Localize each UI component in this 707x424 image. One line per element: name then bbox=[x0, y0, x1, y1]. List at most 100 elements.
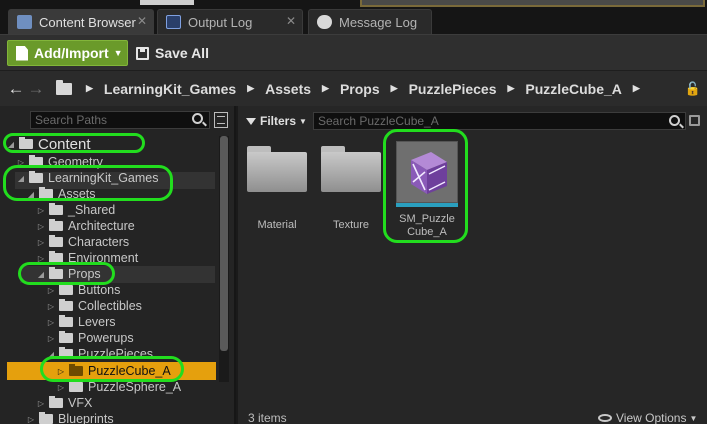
save-all-button[interactable]: Save All bbox=[136, 40, 209, 66]
tab-content-browser[interactable]: Content Browser ✕ bbox=[8, 9, 154, 34]
folder-icon bbox=[39, 187, 53, 199]
collapse-arrow-icon[interactable]: ▷ bbox=[46, 302, 56, 311]
lock-icon[interactable]: 🔓 bbox=[685, 81, 701, 97]
tree-item-geometry[interactable]: ▷ Geometry bbox=[16, 154, 103, 170]
breadcrumb-item[interactable]: PuzzlePieces bbox=[409, 81, 497, 97]
tree-item-architecture[interactable]: ▷ Architecture bbox=[36, 218, 135, 234]
collapse-arrow-icon[interactable]: ▷ bbox=[56, 367, 66, 376]
add-import-button[interactable]: Add/Import ▼ bbox=[7, 40, 128, 66]
expand-arrow-icon[interactable]: ◢ bbox=[6, 140, 16, 149]
tree-item-characters[interactable]: ▷ Characters bbox=[36, 234, 129, 250]
tree-item-label: Levers bbox=[78, 315, 116, 329]
tree-item-assets[interactable]: ◢ Assets bbox=[26, 186, 96, 202]
collapse-arrow-icon[interactable]: ▷ bbox=[36, 238, 46, 247]
toolbar: Add/Import ▼ Save All bbox=[0, 34, 707, 70]
folder-icon bbox=[69, 364, 83, 376]
folder-icon bbox=[59, 299, 73, 311]
tree-item-label: Content bbox=[38, 135, 91, 153]
tree-item-label: Powerups bbox=[78, 331, 134, 345]
tree-item-puzzlesphere-a[interactable]: ▷ PuzzleSphere_A bbox=[56, 379, 181, 395]
tab-output-log[interactable]: Output Log ✕ bbox=[157, 9, 303, 34]
folder-icon bbox=[49, 203, 63, 215]
tree-item-puzzlecube-a[interactable]: ▷ PuzzleCube_A bbox=[56, 363, 171, 379]
collapse-arrow-icon[interactable]: ▷ bbox=[26, 415, 36, 424]
save-search-icon[interactable] bbox=[689, 115, 700, 126]
folder-icon bbox=[19, 137, 33, 149]
collapse-arrow-icon[interactable]: ▷ bbox=[46, 318, 56, 327]
breadcrumb-item[interactable]: Props bbox=[340, 81, 380, 97]
tree-item-environment[interactable]: ▷ Environment bbox=[36, 250, 138, 266]
eye-icon bbox=[598, 414, 612, 422]
tree-item-collectibles[interactable]: ▷ Collectibles bbox=[46, 298, 142, 314]
save-all-label: Save All bbox=[155, 45, 209, 61]
folder-icon-body bbox=[321, 152, 381, 192]
forward-arrow-icon[interactable]: → bbox=[26, 79, 46, 99]
breadcrumb-item[interactable]: PuzzleCube_A bbox=[525, 81, 621, 97]
list-view-icon[interactable] bbox=[214, 112, 228, 128]
back-arrow-icon[interactable]: ← bbox=[6, 79, 26, 99]
chevron-right-icon: ▶ bbox=[390, 83, 398, 93]
folder-icon[interactable] bbox=[56, 79, 72, 95]
chevron-right-icon: ▶ bbox=[247, 83, 255, 93]
expand-arrow-icon[interactable]: ◢ bbox=[16, 174, 26, 183]
tree-item-label: LearningKit_Games bbox=[48, 171, 159, 185]
close-icon[interactable]: ✕ bbox=[137, 14, 147, 28]
add-import-label: Add/Import bbox=[34, 45, 109, 61]
cube-icon bbox=[411, 152, 447, 194]
collapse-arrow-icon[interactable]: ▷ bbox=[36, 399, 46, 408]
collapse-arrow-icon[interactable]: ▷ bbox=[36, 222, 46, 231]
folder-icon bbox=[49, 267, 63, 279]
tree-item-powerups[interactable]: ▷ Powerups bbox=[46, 330, 134, 346]
search-icon[interactable] bbox=[669, 115, 680, 126]
collapse-arrow-icon[interactable]: ▷ bbox=[36, 206, 46, 215]
tree-item-props[interactable]: ◢ Props bbox=[36, 266, 101, 282]
tree-item-label: Geometry bbox=[48, 155, 103, 169]
expand-arrow-icon[interactable]: ◢ bbox=[36, 270, 46, 279]
output-log-icon bbox=[166, 15, 181, 29]
tree-item-label: PuzzlePieces bbox=[78, 347, 154, 361]
expand-arrow-icon[interactable]: ◢ bbox=[46, 350, 56, 359]
expand-arrow-icon[interactable]: ◢ bbox=[26, 190, 36, 199]
tree-item-blueprints[interactable]: ▷ Blueprints bbox=[26, 411, 114, 424]
tree-item-levers[interactable]: ▷ Levers bbox=[46, 314, 116, 330]
chevron-right-icon: ▶ bbox=[632, 83, 640, 93]
tree-item-label: Assets bbox=[58, 187, 96, 201]
tree-item-buttons[interactable]: ▷ Buttons bbox=[46, 282, 120, 298]
tree-item-shared[interactable]: ▷ _Shared bbox=[36, 202, 115, 218]
tree-item-content[interactable]: ◢ Content bbox=[6, 135, 91, 153]
static-mesh-thumbnail[interactable] bbox=[396, 141, 458, 203]
collapse-arrow-icon[interactable]: ▷ bbox=[16, 158, 26, 167]
asset-type-bar bbox=[396, 203, 458, 207]
asset-label: SM_Puzzle Cube_A bbox=[399, 213, 455, 238]
asset-folder-texture[interactable] bbox=[321, 146, 381, 192]
search-paths-input[interactable]: Search Paths bbox=[30, 111, 210, 129]
breadcrumb-item[interactable]: LearningKit_Games bbox=[104, 81, 236, 97]
tree-item-label: _Shared bbox=[68, 203, 116, 217]
collapse-arrow-icon[interactable]: ▷ bbox=[36, 254, 46, 263]
search-assets-input[interactable]: Search PuzzleCube_A bbox=[313, 112, 686, 130]
collapse-arrow-icon[interactable]: ▷ bbox=[46, 334, 56, 343]
tree-item-vfx[interactable]: ▷ VFX bbox=[36, 395, 92, 411]
collapse-arrow-icon[interactable]: ▷ bbox=[46, 286, 56, 295]
content-browser-window: Content Browser ✕ Output Log ✕ Message L… bbox=[0, 0, 707, 424]
tree-item-learningkit-games[interactable]: ◢ LearningKit_Games bbox=[16, 170, 158, 186]
chevron-down-icon: ▼ bbox=[299, 116, 307, 126]
folder-icon bbox=[39, 412, 53, 424]
tree-item-label: Buttons bbox=[78, 283, 121, 297]
scrollbar-thumb[interactable] bbox=[220, 136, 228, 351]
close-icon[interactable]: ✕ bbox=[286, 14, 296, 28]
tree-item-puzzlepieces[interactable]: ◢ PuzzlePieces bbox=[46, 346, 153, 362]
folder-icon bbox=[49, 235, 63, 247]
asset-folder-material[interactable] bbox=[247, 146, 307, 192]
filters-button[interactable]: Filters ▼ bbox=[246, 114, 307, 128]
asset-view-panel: Filters ▼ Search PuzzleCube_A Material T… bbox=[238, 106, 707, 424]
tab-message-log[interactable]: Message Log bbox=[308, 9, 432, 34]
search-icon[interactable] bbox=[192, 113, 203, 124]
folder-icon bbox=[59, 347, 73, 359]
asset-label: Material bbox=[257, 219, 297, 231]
item-count: 3 items bbox=[248, 411, 287, 424]
collapse-arrow-icon[interactable]: ▷ bbox=[56, 383, 66, 392]
breadcrumb-item[interactable]: Assets bbox=[265, 81, 311, 97]
view-options-button[interactable]: View Options ▼ bbox=[598, 411, 697, 424]
folder-icon bbox=[49, 251, 63, 263]
